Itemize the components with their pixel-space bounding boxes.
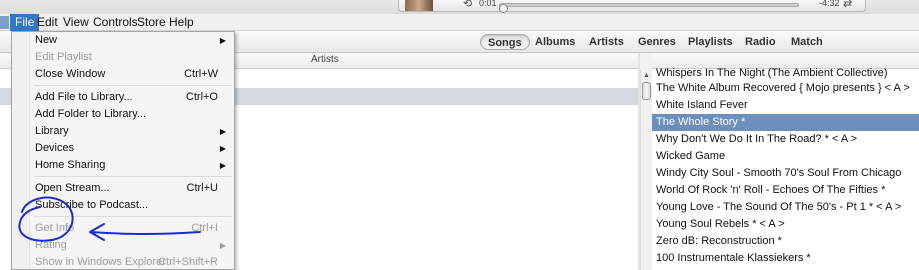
- list-item[interactable]: White Island Fever: [652, 97, 919, 114]
- tab-songs[interactable]: Songs: [480, 34, 530, 50]
- menu-item-shortcut: Ctrl+I: [191, 222, 218, 234]
- submenu-arrow-icon: ▶: [219, 36, 226, 45]
- album-artwork-thumbnail[interactable]: [405, 0, 433, 11]
- list-item[interactable]: Why Don't We Do It In The Road? * < A >: [652, 131, 919, 148]
- tab-radio[interactable]: Radio: [738, 34, 783, 50]
- list-item[interactable]: Windy City Soul - Smooth 70's Soul From …: [652, 165, 919, 182]
- menu-item-label: Open Stream...: [35, 182, 110, 194]
- tab-playlists[interactable]: Playlists: [681, 34, 740, 50]
- list-item-selected[interactable]: The Whole Story *: [652, 114, 919, 131]
- menu-item-label: Close Window: [35, 68, 106, 80]
- menu-item-devices[interactable]: Devices ▶: [12, 140, 234, 157]
- seek-bar[interactable]: [498, 3, 799, 13]
- submenu-arrow-icon: ▶: [219, 127, 226, 136]
- remaining-time: -4:32: [819, 0, 840, 8]
- menu-item-label: Home Sharing: [35, 159, 106, 171]
- albums-scrollbar[interactable]: ▲: [640, 70, 652, 270]
- menu-item-label: Add Folder to Library...: [35, 108, 147, 120]
- shuffle-icon[interactable]: ⇄: [843, 0, 852, 10]
- tab-artists[interactable]: Artists: [582, 34, 631, 50]
- list-item[interactable]: Zero dB: Reconstruction *: [652, 233, 919, 250]
- menu-item-label: Library: [35, 125, 69, 137]
- menu-bar: File Edit View Controls Store Help: [0, 14, 919, 31]
- menu-item-get-info[interactable]: Get Info Ctrl+I: [12, 220, 234, 237]
- menu-item-label: Edit Playlist: [35, 51, 92, 63]
- menu-item-shortcut: Ctrl+Shift+R: [158, 256, 218, 268]
- menu-item-add-file[interactable]: Add File to Library... Ctrl+O: [12, 89, 234, 106]
- artists-column-label: Artists: [311, 54, 339, 65]
- file-menu-dropdown: New ▶ Edit Playlist Close Window Ctrl+W …: [11, 31, 235, 270]
- scrollbar-thumb[interactable]: [642, 82, 651, 100]
- menu-item-subscribe-podcast[interactable]: Subscribe to Podcast...: [12, 197, 234, 214]
- menu-item-add-folder[interactable]: Add Folder to Library...: [12, 106, 234, 123]
- app-menu-icon[interactable]: [0, 16, 10, 29]
- seek-knob[interactable]: [498, 4, 508, 13]
- submenu-arrow-icon: ▶: [219, 161, 226, 170]
- menu-separator: [34, 216, 232, 217]
- menu-item-rating[interactable]: Rating ▶: [12, 237, 234, 254]
- submenu-arrow-icon: ▶: [219, 241, 226, 250]
- menu-item-shortcut: Ctrl+O: [185, 91, 218, 103]
- list-item[interactable]: Wicked Game: [652, 148, 919, 165]
- menu-item-label: New: [35, 34, 58, 46]
- menu-item-shortcut: Ctrl+U: [186, 182, 218, 194]
- list-item[interactable]: World Of Rock 'n' Roll - Echoes Of The F…: [652, 182, 919, 199]
- menu-separator: [34, 85, 232, 86]
- menu-item-label: Rating: [35, 239, 67, 251]
- tab-genres[interactable]: Genres: [631, 34, 683, 50]
- repeat-icon[interactable]: ⟲: [463, 0, 472, 10]
- menu-item-show-in-explorer[interactable]: Show in Windows Explorer Ctrl+Shift+R: [12, 254, 234, 270]
- now-playing-panel: ⟲ 0:01 -4:32 ⇄: [398, 0, 866, 13]
- menu-item-label: Devices: [35, 142, 75, 154]
- menu-item-close-window[interactable]: Close Window Ctrl+W: [12, 66, 234, 83]
- list-item[interactable]: Young Soul Rebels * < A >: [652, 216, 919, 233]
- list-item[interactable]: Young Love - The Sound Of The 50's - Pt …: [652, 199, 919, 216]
- itunes-window: ⟲ 0:01 -4:32 ⇄ File Edit View Controls S…: [0, 0, 919, 270]
- albums-list: Whispers In The Night (The Ambient Colle…: [652, 53, 919, 270]
- player-strip: ⟲ 0:01 -4:32 ⇄: [0, 0, 919, 14]
- tab-albums[interactable]: Albums: [528, 34, 582, 50]
- menu-item-label: Get Info: [35, 222, 75, 234]
- menu-item-new[interactable]: New ▶: [12, 32, 234, 49]
- menu-item-open-stream[interactable]: Open Stream... Ctrl+U: [12, 180, 234, 197]
- tab-match[interactable]: Match: [784, 34, 830, 50]
- menu-item-label: Show in Windows Explorer: [35, 256, 166, 268]
- scroll-up-arrow-icon[interactable]: ▲: [641, 70, 652, 81]
- menu-item-label: Subscribe to Podcast...: [35, 199, 149, 211]
- menu-item-shortcut: Ctrl+W: [184, 68, 218, 80]
- list-item[interactable]: 100 Instrumentale Klassiekers *: [652, 250, 919, 267]
- menu-item-home-sharing[interactable]: Home Sharing ▶: [12, 157, 234, 174]
- menu-item-library[interactable]: Library ▶: [12, 123, 234, 140]
- menu-item-label: Add File to Library...: [35, 91, 133, 103]
- menu-help[interactable]: Help: [164, 14, 199, 31]
- menu-separator: [34, 176, 232, 177]
- menu-item-edit-playlist[interactable]: Edit Playlist: [12, 49, 234, 66]
- list-item[interactable]: The White Album Recovered { Mojo present…: [652, 80, 919, 97]
- submenu-arrow-icon: ▶: [219, 144, 226, 153]
- elapsed-time: 0:01: [479, 0, 497, 8]
